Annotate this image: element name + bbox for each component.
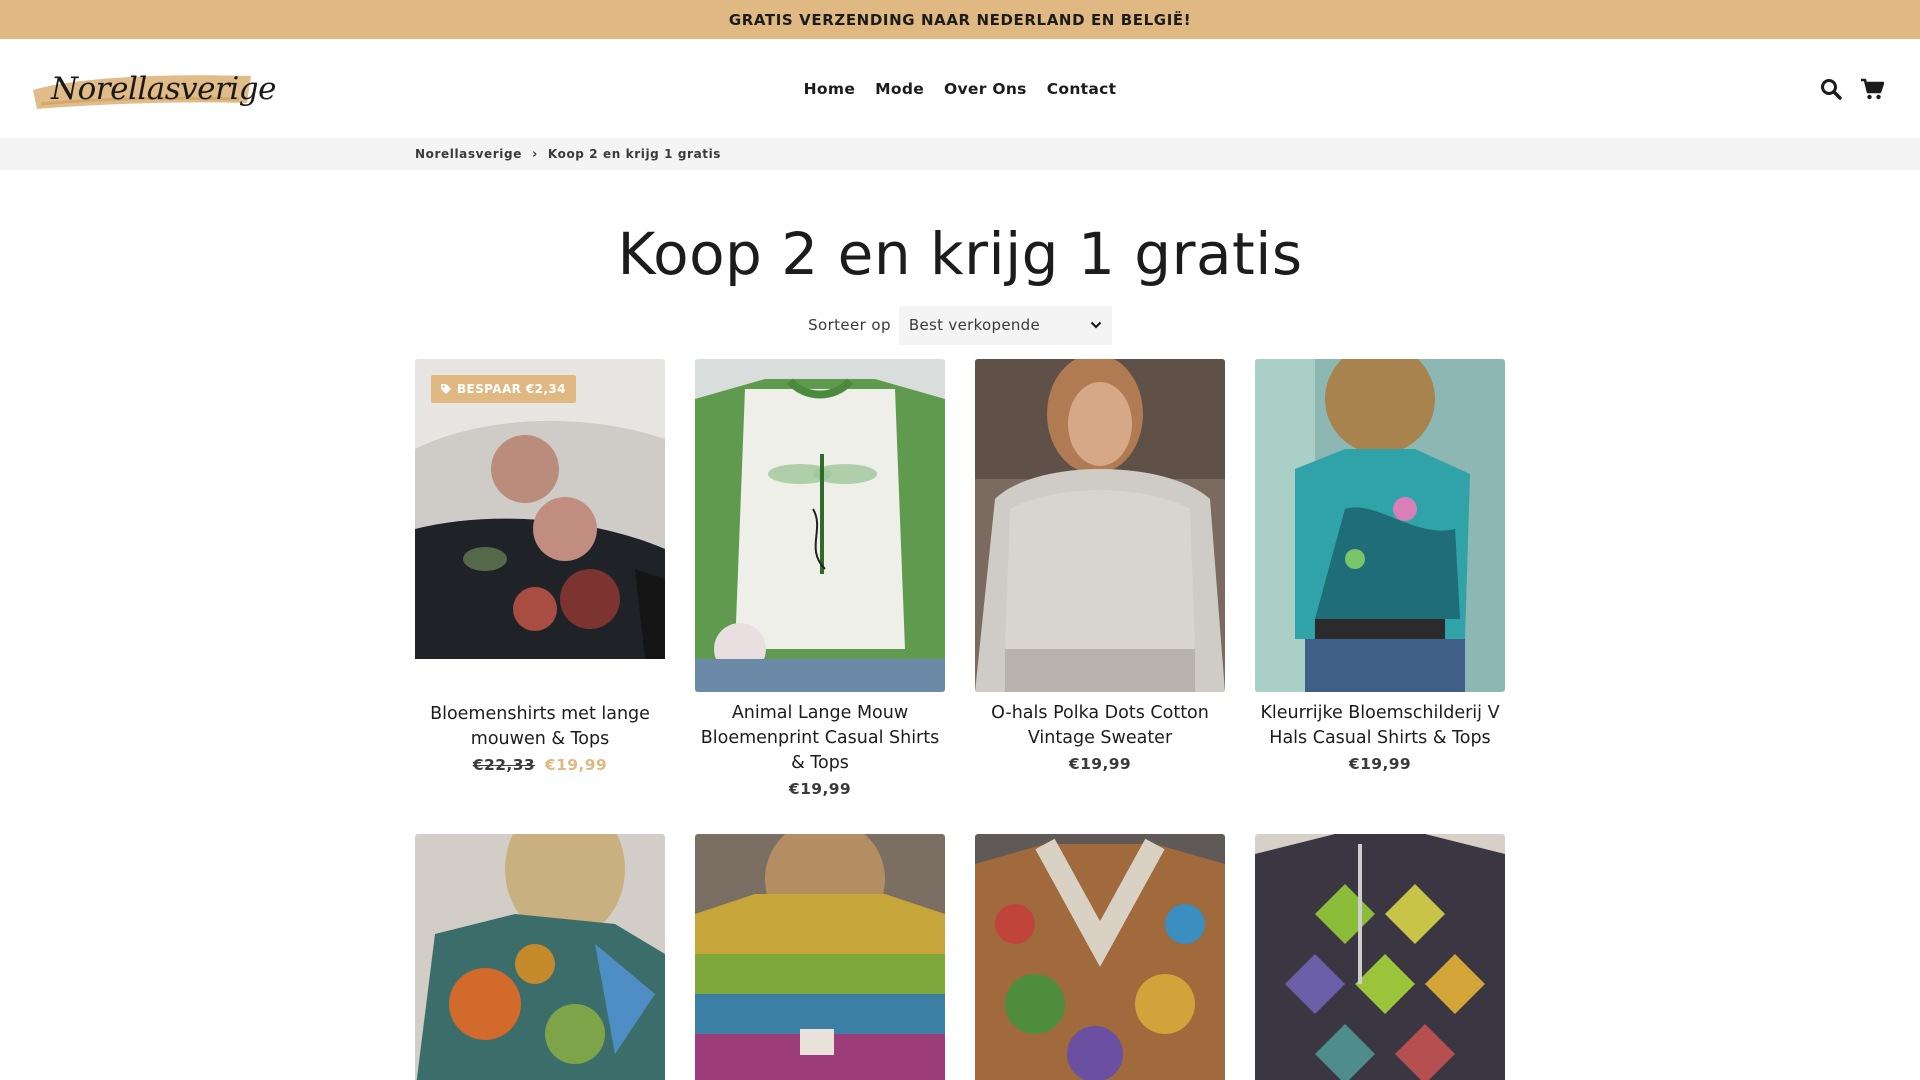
- discount-badge: BESPAAR €2,34: [431, 375, 576, 403]
- nav-mode[interactable]: Mode: [875, 80, 924, 98]
- product-price: €19,99: [1348, 755, 1412, 773]
- page-title: Koop 2 en krijg 1 gratis: [617, 220, 1303, 288]
- nav-contact[interactable]: Contact: [1047, 80, 1117, 98]
- product-price: €19,99: [1068, 755, 1132, 773]
- product-card: BESPAAR €2,34 Bloemenshirts met lange mo…: [415, 359, 665, 774]
- site-header: Norellasverige Home Mode Over Ons Contac…: [0, 39, 1920, 138]
- product-image[interactable]: [975, 834, 1225, 1080]
- product-grid: BESPAAR €2,34 Bloemenshirts met lange mo…: [415, 359, 1505, 1080]
- product-card: Animal Lange Mouw Bloemenprint Casual Sh…: [695, 359, 945, 798]
- header-icons: [1820, 39, 1884, 138]
- breadcrumb-home[interactable]: Norellasverige: [415, 147, 522, 161]
- product-title[interactable]: Kleurrijke Bloemschilderij V Hals Casual…: [1255, 701, 1505, 751]
- product-price: €19,99: [788, 780, 852, 798]
- nav-home[interactable]: Home: [804, 80, 855, 98]
- logo-text: Norellasverige: [51, 70, 276, 107]
- product-title[interactable]: O-hals Polka Dots Cotton Vintage Sweater: [975, 701, 1225, 751]
- product-title[interactable]: Bloemenshirts met lange mouwen & Tops: [415, 702, 665, 752]
- collection-header: Koop 2 en krijg 1 gratis: [0, 222, 1920, 286]
- product-card: O-hals Polka Dots Cotton Vintage Sweater…: [975, 359, 1225, 773]
- sort-row: Sorteer op Best verkopende: [0, 305, 1920, 345]
- product-card: [415, 834, 665, 1080]
- announcement-text: GRATIS VERZENDING NAAR NEDERLAND EN BELG…: [728, 10, 1192, 29]
- breadcrumb: Norellasverige › Koop 2 en krijg 1 grati…: [415, 138, 1505, 170]
- store-logo[interactable]: Norellasverige: [29, 59, 276, 119]
- compare-price: €22,33: [472, 756, 536, 774]
- announcement-bar: GRATIS VERZENDING NAAR NEDERLAND EN BELG…: [0, 0, 1920, 39]
- tag-icon: [441, 384, 451, 394]
- product-image[interactable]: [695, 834, 945, 1080]
- product-card: [1255, 834, 1505, 1080]
- search-icon[interactable]: [1820, 78, 1842, 100]
- breadcrumb-current: Koop 2 en krijg 1 gratis: [547, 147, 722, 161]
- cart-icon[interactable]: [1860, 78, 1884, 100]
- chevron-down-icon: [1090, 321, 1102, 329]
- sort-label: Sorteer op: [808, 316, 891, 334]
- product-card: Kleurrijke Bloemschilderij V Hals Casual…: [1255, 359, 1505, 773]
- sort-select[interactable]: Best verkopende: [898, 305, 1112, 345]
- product-image[interactable]: [1255, 359, 1505, 692]
- product-price: €22,33 €19,99: [415, 756, 665, 774]
- product-image[interactable]: [1255, 834, 1505, 1080]
- breadcrumb-bar: Norellasverige › Koop 2 en krijg 1 grati…: [0, 138, 1920, 170]
- product-image[interactable]: [975, 359, 1225, 692]
- product-image[interactable]: BESPAAR €2,34: [415, 359, 665, 693]
- sort-select-value: Best verkopende: [908, 316, 1041, 334]
- product-title[interactable]: Animal Lange Mouw Bloemenprint Casual Sh…: [695, 701, 945, 776]
- main-nav: Home Mode Over Ons Contact: [0, 39, 1920, 138]
- product-card: [695, 834, 945, 1080]
- product-card: [975, 834, 1225, 1080]
- sale-price: €19,99: [544, 756, 608, 774]
- product-image[interactable]: [415, 834, 665, 1080]
- chevron-right-icon: ›: [531, 146, 538, 162]
- nav-over-ons[interactable]: Over Ons: [944, 80, 1027, 98]
- product-image[interactable]: [695, 359, 945, 692]
- badge-text: BESPAAR €2,34: [457, 382, 566, 396]
